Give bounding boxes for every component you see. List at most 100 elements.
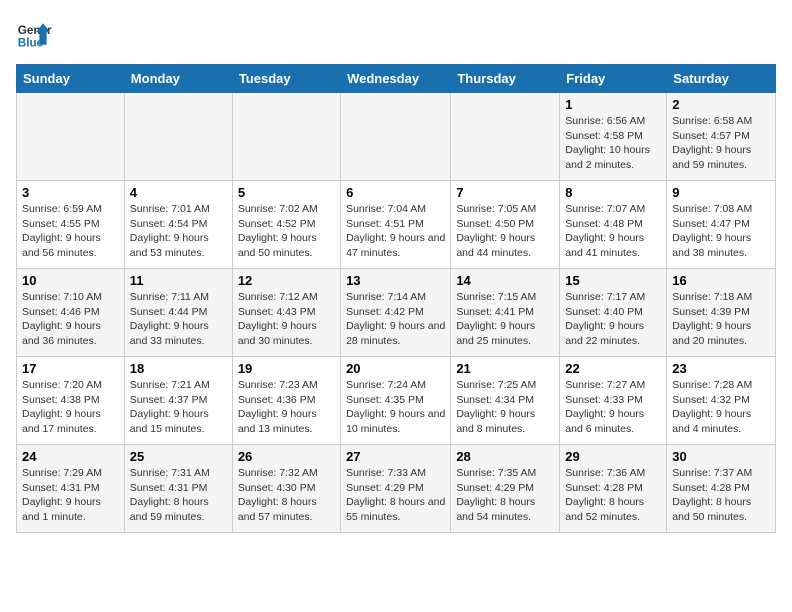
day-info: Sunrise: 7:31 AM Sunset: 4:31 PM Dayligh… <box>130 466 227 525</box>
day-info: Sunrise: 7:07 AM Sunset: 4:48 PM Dayligh… <box>565 202 661 261</box>
calendar-cell: 10 Sunrise: 7:10 AM Sunset: 4:46 PM Dayli… <box>17 269 125 357</box>
day-number: 20 <box>346 361 445 376</box>
day-number: 6 <box>346 185 445 200</box>
calendar-cell: 29Sunrise: 7:36 AM Sunset: 4:28 PM Dayli… <box>560 445 667 533</box>
day-number: 26 <box>238 449 335 464</box>
calendar-cell <box>451 93 560 181</box>
day-number: 24 <box>22 449 119 464</box>
day-info: Sunrise: 7:11 AM Sunset: 4:44 PM Dayligh… <box>130 290 227 349</box>
day-number: 2 <box>672 97 770 112</box>
day-number: 10 <box>22 273 119 288</box>
day-info: Sunrise: 7:37 AM Sunset: 4:28 PM Dayligh… <box>672 466 770 525</box>
day-number: 25 <box>130 449 227 464</box>
calendar-cell: 16 Sunrise: 7:18 AM Sunset: 4:39 PM Dayli… <box>667 269 776 357</box>
day-number: 8 <box>565 185 661 200</box>
day-info: Sunrise: 7:35 AM Sunset: 4:29 PM Dayligh… <box>456 466 554 525</box>
calendar-cell: 19 Sunrise: 7:23 AM Sunset: 4:36 PM Dayli… <box>232 357 340 445</box>
header-day-tuesday: Tuesday <box>232 65 340 93</box>
day-info: Sunrise: 7:01 AM Sunset: 4:54 PM Dayligh… <box>130 202 227 261</box>
calendar-week-5: 24 Sunrise: 7:29 AM Sunset: 4:31 PM Dayli… <box>17 445 776 533</box>
day-info: Sunrise: 6:59 AM Sunset: 4:55 PM Dayligh… <box>22 202 119 261</box>
calendar-cell: 1 Sunrise: 6:56 AM Sunset: 4:58 PM Daylig… <box>560 93 667 181</box>
day-number: 18 <box>130 361 227 376</box>
day-info: Sunrise: 7:18 AM Sunset: 4:39 PM Dayligh… <box>672 290 770 349</box>
calendar-cell: 22 Sunrise: 7:27 AM Sunset: 4:33 PM Dayli… <box>560 357 667 445</box>
calendar-cell: 26 Sunrise: 7:32 AM Sunset: 4:30 PM Dayli… <box>232 445 340 533</box>
calendar-cell: 30Sunrise: 7:37 AM Sunset: 4:28 PM Dayli… <box>667 445 776 533</box>
day-info: Sunrise: 7:10 AM Sunset: 4:46 PM Dayligh… <box>22 290 119 349</box>
calendar-cell: 9 Sunrise: 7:08 AM Sunset: 4:47 PM Daylig… <box>667 181 776 269</box>
day-number: 22 <box>565 361 661 376</box>
day-info: Sunrise: 7:14 AM Sunset: 4:42 PM Dayligh… <box>346 290 445 349</box>
calendar-cell: 13Sunrise: 7:14 AM Sunset: 4:42 PM Dayli… <box>341 269 451 357</box>
day-info: Sunrise: 7:32 AM Sunset: 4:30 PM Dayligh… <box>238 466 335 525</box>
day-number: 1 <box>565 97 661 112</box>
day-number: 3 <box>22 185 119 200</box>
day-number: 17 <box>22 361 119 376</box>
day-info: Sunrise: 7:04 AM Sunset: 4:51 PM Dayligh… <box>346 202 445 261</box>
day-info: Sunrise: 7:28 AM Sunset: 4:32 PM Dayligh… <box>672 378 770 437</box>
header-day-wednesday: Wednesday <box>341 65 451 93</box>
calendar-cell <box>124 93 232 181</box>
day-info: Sunrise: 7:15 AM Sunset: 4:41 PM Dayligh… <box>456 290 554 349</box>
day-number: 27 <box>346 449 445 464</box>
day-number: 16 <box>672 273 770 288</box>
header-day-saturday: Saturday <box>667 65 776 93</box>
day-info: Sunrise: 7:17 AM Sunset: 4:40 PM Dayligh… <box>565 290 661 349</box>
logo-icon: General Blue <box>16 16 52 52</box>
day-number: 15 <box>565 273 661 288</box>
calendar-cell: 17Sunrise: 7:20 AM Sunset: 4:38 PM Dayli… <box>17 357 125 445</box>
calendar-cell <box>232 93 340 181</box>
calendar-cell: 27 Sunrise: 7:33 AM Sunset: 4:29 PM Dayli… <box>341 445 451 533</box>
day-info: Sunrise: 7:02 AM Sunset: 4:52 PM Dayligh… <box>238 202 335 261</box>
calendar-cell: 8 Sunrise: 7:07 AM Sunset: 4:48 PM Daylig… <box>560 181 667 269</box>
calendar-cell: 18 Sunrise: 7:21 AM Sunset: 4:37 PM Dayli… <box>124 357 232 445</box>
calendar-cell: 24 Sunrise: 7:29 AM Sunset: 4:31 PM Dayli… <box>17 445 125 533</box>
day-number: 12 <box>238 273 335 288</box>
calendar-cell: 20Sunrise: 7:24 AM Sunset: 4:35 PM Dayli… <box>341 357 451 445</box>
calendar-header-row: SundayMondayTuesdayWednesdayThursdayFrid… <box>17 65 776 93</box>
calendar-cell: 14 Sunrise: 7:15 AM Sunset: 4:41 PM Dayli… <box>451 269 560 357</box>
day-number: 5 <box>238 185 335 200</box>
day-info: Sunrise: 7:08 AM Sunset: 4:47 PM Dayligh… <box>672 202 770 261</box>
calendar-cell: 4 Sunrise: 7:01 AM Sunset: 4:54 PM Daylig… <box>124 181 232 269</box>
calendar-cell: 21 Sunrise: 7:25 AM Sunset: 4:34 PM Dayli… <box>451 357 560 445</box>
calendar-cell: 7Sunrise: 7:05 AM Sunset: 4:50 PM Daylig… <box>451 181 560 269</box>
day-info: Sunrise: 7:25 AM Sunset: 4:34 PM Dayligh… <box>456 378 554 437</box>
calendar-cell: 3 Sunrise: 6:59 AM Sunset: 4:55 PM Daylig… <box>17 181 125 269</box>
calendar-week-3: 10 Sunrise: 7:10 AM Sunset: 4:46 PM Dayli… <box>17 269 776 357</box>
calendar-cell: 11Sunrise: 7:11 AM Sunset: 4:44 PM Dayli… <box>124 269 232 357</box>
header-day-thursday: Thursday <box>451 65 560 93</box>
calendar-cell: 23 Sunrise: 7:28 AM Sunset: 4:32 PM Dayli… <box>667 357 776 445</box>
header-day-friday: Friday <box>560 65 667 93</box>
calendar-week-2: 3 Sunrise: 6:59 AM Sunset: 4:55 PM Daylig… <box>17 181 776 269</box>
calendar-cell: 5 Sunrise: 7:02 AM Sunset: 4:52 PM Daylig… <box>232 181 340 269</box>
calendar-cell <box>17 93 125 181</box>
day-number: 21 <box>456 361 554 376</box>
calendar-cell: 25 Sunrise: 7:31 AM Sunset: 4:31 PM Dayli… <box>124 445 232 533</box>
day-number: 14 <box>456 273 554 288</box>
day-info: Sunrise: 7:12 AM Sunset: 4:43 PM Dayligh… <box>238 290 335 349</box>
header: General Blue <box>16 16 776 52</box>
day-number: 28 <box>456 449 554 464</box>
day-number: 9 <box>672 185 770 200</box>
day-info: Sunrise: 7:33 AM Sunset: 4:29 PM Dayligh… <box>346 466 445 525</box>
logo: General Blue <box>16 16 52 52</box>
calendar-cell: 15 Sunrise: 7:17 AM Sunset: 4:40 PM Dayli… <box>560 269 667 357</box>
day-info: Sunrise: 7:23 AM Sunset: 4:36 PM Dayligh… <box>238 378 335 437</box>
day-number: 4 <box>130 185 227 200</box>
day-info: Sunrise: 7:21 AM Sunset: 4:37 PM Dayligh… <box>130 378 227 437</box>
header-day-monday: Monday <box>124 65 232 93</box>
day-info: Sunrise: 7:29 AM Sunset: 4:31 PM Dayligh… <box>22 466 119 525</box>
day-number: 23 <box>672 361 770 376</box>
day-info: Sunrise: 7:27 AM Sunset: 4:33 PM Dayligh… <box>565 378 661 437</box>
calendar-week-1: 1 Sunrise: 6:56 AM Sunset: 4:58 PM Daylig… <box>17 93 776 181</box>
calendar-cell: 12 Sunrise: 7:12 AM Sunset: 4:43 PM Dayli… <box>232 269 340 357</box>
header-day-sunday: Sunday <box>17 65 125 93</box>
day-number: 19 <box>238 361 335 376</box>
day-info: Sunrise: 7:36 AM Sunset: 4:28 PM Dayligh… <box>565 466 661 525</box>
day-info: Sunrise: 6:56 AM Sunset: 4:58 PM Dayligh… <box>565 114 661 173</box>
day-info: Sunrise: 6:58 AM Sunset: 4:57 PM Dayligh… <box>672 114 770 173</box>
day-info: Sunrise: 7:05 AM Sunset: 4:50 PM Dayligh… <box>456 202 554 261</box>
calendar-cell: 6 Sunrise: 7:04 AM Sunset: 4:51 PM Daylig… <box>341 181 451 269</box>
